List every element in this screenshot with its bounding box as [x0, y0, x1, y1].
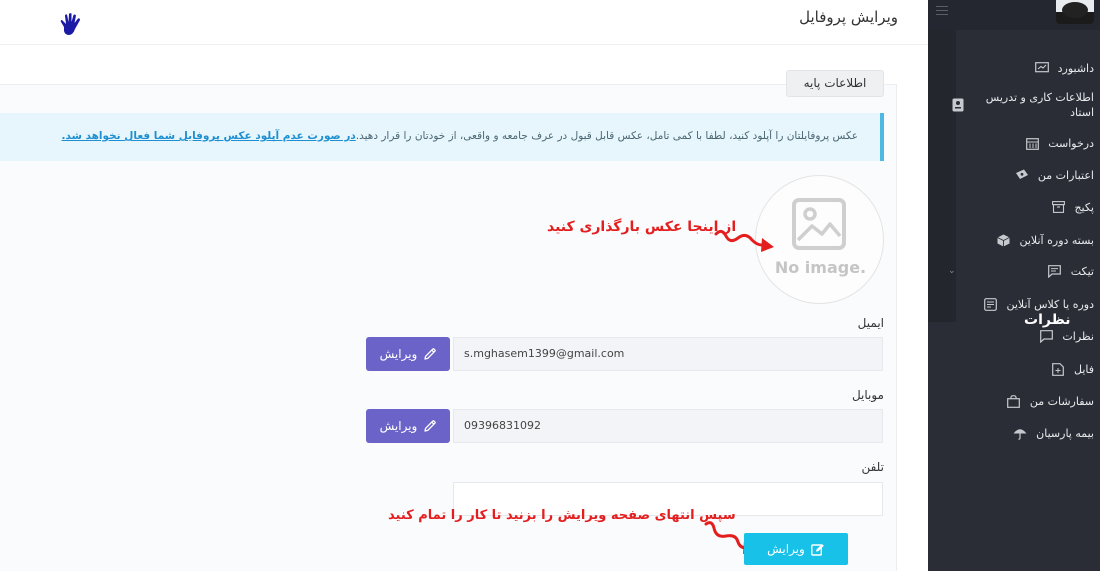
tab-basic-info[interactable]: اطلاعات پایه — [786, 70, 884, 97]
list-icon — [982, 296, 998, 312]
sidebar-item-request[interactable]: درخواست — [1024, 135, 1094, 151]
edit-square-icon — [810, 543, 824, 556]
calendar-icon — [1024, 135, 1040, 151]
sidebar-item-teacher-info[interactable]: اطلاعات کاری و تدریس استاد — [950, 90, 1094, 120]
sidebar-item-ticket[interactable]: تیکت — [1047, 263, 1094, 279]
alert-warning-link[interactable]: در صورت عدم آپلود عکس پروفایل شما فعال ن… — [62, 130, 356, 142]
sidebar-item-comments[interactable]: نظرات — [1038, 328, 1094, 344]
sidebar-collapsed-strip — [928, 6, 956, 322]
sidebar-item-dashboard[interactable]: داشبورد — [1034, 60, 1094, 76]
finish-annotation: سپس انتهای صفحه ویرایش را بزنید تا کار ر… — [388, 508, 736, 523]
page-title: ویرایش پروفایل — [799, 8, 898, 26]
pencil-icon — [424, 419, 437, 432]
sidebar-item-file[interactable]: فایل — [1050, 361, 1094, 377]
edit-mobile-button[interactable]: ویرایش — [366, 409, 450, 443]
sidebar-item-package[interactable]: پکیج — [1050, 199, 1094, 215]
phone-label: تلفن — [861, 460, 884, 474]
sidebar-item-my-orders[interactable]: سفارشات من — [1006, 393, 1094, 409]
page-header: ویرایش پروفایل — [0, 0, 928, 45]
sidebar: ⌄ داشبورد اطلاعات کاری و تدریس استاد درخ… — [928, 0, 1100, 571]
umbrella-icon — [1012, 425, 1028, 441]
message-icon — [1047, 263, 1063, 279]
chart-icon — [1034, 60, 1050, 76]
sidebar-item-online-class[interactable]: دوره یا کلاس آنلاین — [982, 296, 1094, 312]
bag-icon — [1006, 393, 1022, 409]
sidebar-hover-label: نظرات — [1024, 312, 1071, 328]
box-icon — [996, 232, 1012, 248]
email-label: ایمیل — [857, 316, 884, 330]
email-field[interactable]: s.mghasem1399@gmail.com — [453, 337, 883, 371]
id-card-icon — [950, 97, 966, 113]
no-image-text: No image. — [774, 258, 867, 277]
submit-edit-button[interactable]: ویرایش — [744, 533, 848, 565]
money-icon — [1014, 167, 1030, 183]
info-alert: عکس پروفایلتان را آپلود کنید، لطفا با کم… — [0, 113, 884, 161]
file-icon — [1050, 361, 1066, 377]
comment-icon — [1038, 328, 1054, 344]
pencil-icon — [424, 347, 437, 360]
sidebar-item-credits[interactable]: اعتبارات من — [1014, 167, 1094, 183]
alert-text: عکس پروفایلتان را آپلود کنید، لطفا با کم… — [61, 130, 858, 142]
chevron-down-icon: ⌄ — [948, 266, 956, 276]
mobile-label: موبایل — [851, 388, 884, 402]
hand-icon — [60, 13, 80, 35]
user-avatar[interactable] — [1056, 0, 1094, 24]
edit-email-button[interactable]: ویرایش — [366, 337, 450, 371]
upload-annotation: از اینجا عکس بارگذاری کنید — [547, 219, 737, 235]
sidebar-item-parsian-insurance[interactable]: بیمه پارسیان — [1012, 425, 1094, 441]
annotation-arrow-icon — [714, 229, 774, 252]
mobile-field[interactable]: 09396831092 — [453, 409, 883, 443]
image-placeholder-icon — [792, 198, 846, 250]
sidebar-item-online-course-bundle[interactable]: بسته دوره آنلاین — [996, 232, 1094, 248]
archive-icon — [1050, 199, 1066, 215]
